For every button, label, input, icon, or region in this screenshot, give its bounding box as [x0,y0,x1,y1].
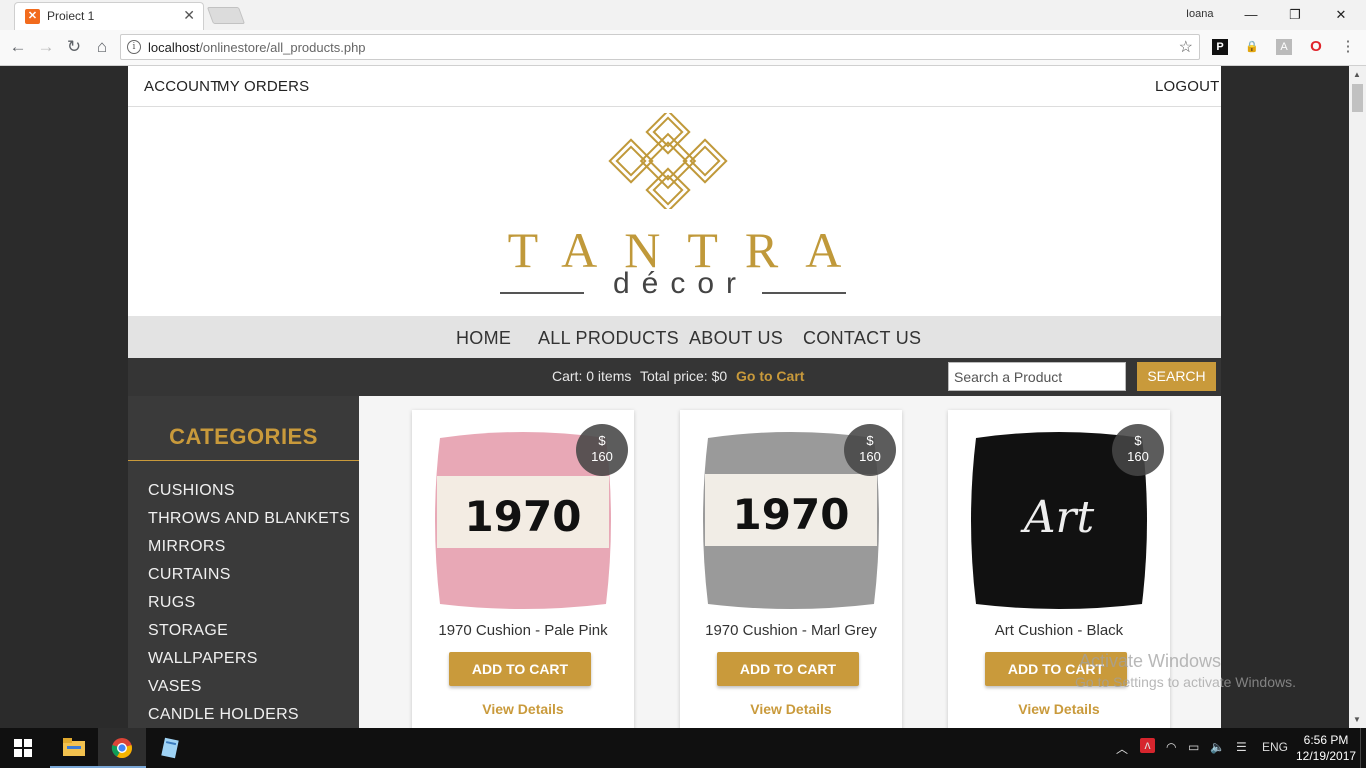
category-item[interactable]: WALLPAPERS [148,650,258,668]
category-item[interactable]: STORAGE [148,622,228,640]
categories-sidebar: CATEGORIES CUSHIONS THROWS AND BLANKETS … [128,396,359,728]
scroll-down-icon[interactable]: ▼ [1353,715,1361,724]
reload-icon[interactable]: ↻ [63,36,85,58]
minimize-icon[interactable]: — [1228,4,1274,26]
lock-extension-icon[interactable]: 🔒 [1244,39,1260,55]
windows-taskbar: ︿ ᴧ ◠ ▭ 🔈 ☰ ENG 6:56 PM 12/19/2017 [0,728,1366,768]
scroll-thumb[interactable] [1352,84,1363,112]
image-text: Art [1020,492,1095,543]
browser-toolbar: ← → ↻ ⌂ i localhost/onlinestore/all_prod… [0,30,1366,66]
back-icon[interactable]: ← [7,36,29,58]
pdf-extension-icon[interactable]: A [1276,39,1292,55]
pocket-extension-icon[interactable]: P [1212,39,1228,55]
clock-date: 12/19/2017 [1296,749,1357,763]
knot-logo-icon [608,113,728,209]
bookmark-star-icon[interactable]: ☆ [1179,37,1193,57]
address-bar[interactable]: i localhost/onlinestore/all_products.php… [120,34,1200,60]
watermark-subtitle: Go to Settings to activate Windows. [1075,674,1296,690]
close-tab-icon[interactable]: ✕ [183,7,195,24]
image-text: 1970 [465,492,582,541]
cart-total: Total price: $0 [640,368,728,384]
battery-icon[interactable]: ▭ [1188,740,1199,754]
keyboard-icon[interactable]: ☰ [1236,740,1247,754]
category-item[interactable]: VASES [148,678,202,696]
my-orders-link[interactable]: MY ORDERS [217,78,309,95]
cart-bar: Cart: 0 items Total price: $0 Go to Cart… [128,358,1221,396]
price-badge: $160 [576,424,628,476]
categories-divider [128,460,359,461]
opera-extension-icon[interactable]: O [1308,39,1324,55]
info-icon[interactable]: i [127,40,141,54]
account-bar: ACCOUNT MY ORDERS LOGOUT [128,66,1221,107]
category-item[interactable]: CANDLE HOLDERS [148,706,299,724]
close-window-icon[interactable]: ✕ [1318,4,1364,26]
product-card: 1970 $160 1970 Cushion - Marl Grey ADD T… [680,410,902,728]
view-details-link[interactable]: View Details [948,701,1170,717]
wifi-icon[interactable]: ◠ [1166,740,1176,754]
windows-start-icon[interactable] [14,739,32,757]
price-badge: $160 [1112,424,1164,476]
view-details-link[interactable]: View Details [680,701,902,717]
profile-name[interactable]: Ioana [1186,8,1214,20]
add-to-cart-button[interactable]: ADD TO CART [449,652,591,686]
categories-title: CATEGORIES [169,424,318,449]
scroll-up-icon[interactable]: ▲ [1353,70,1361,79]
product-name[interactable]: Art Cushion - Black [948,622,1170,639]
activate-windows-watermark: Activate Windows Go to Settings to activ… [1075,651,1296,690]
new-tab-button[interactable] [206,7,246,24]
language-indicator[interactable]: ENG [1262,740,1288,754]
watermark-title: Activate Windows [1079,651,1222,671]
site-logo[interactable]: TANTRA décor [128,107,1221,316]
product-name[interactable]: 1970 Cushion - Pale Pink [412,622,634,639]
chrome-icon[interactable] [98,728,146,768]
category-item[interactable]: MIRRORS [148,538,226,556]
volume-icon[interactable]: 🔈 [1210,740,1225,754]
main-nav: HOME ALL PRODUCTS ABOUT US CONTACT US [128,316,1221,358]
category-item[interactable]: RUGS [148,594,195,612]
category-item[interactable]: THROWS AND BLANKETS [148,510,350,528]
category-item[interactable]: CUSHIONS [148,482,235,500]
site-container: ACCOUNT MY ORDERS LOGOUT TANTRA décor HO… [128,66,1221,728]
category-item[interactable]: CURTAINS [148,566,231,584]
nav-home[interactable]: HOME [456,328,511,349]
home-icon[interactable]: ⌂ [91,36,113,58]
brand-subtitle: décor [612,267,749,300]
show-desktop-button[interactable] [1360,728,1366,768]
nav-about-us[interactable]: ABOUT US [689,328,783,349]
price-badge: $160 [844,424,896,476]
browser-titlebar: ✕ Proiect 1 ✕ Ioana — ❐ ✕ [0,0,1366,30]
antivirus-icon[interactable]: ᴧ [1140,738,1155,753]
file-explorer-icon[interactable] [50,728,98,768]
go-to-cart-link[interactable]: Go to Cart [736,368,804,384]
restore-icon[interactable]: ❐ [1272,4,1318,26]
url-text[interactable]: localhost/onlinestore/all_products.php [148,40,366,55]
forward-icon[interactable]: → [35,36,57,58]
notepad-icon[interactable] [146,728,194,768]
system-clock[interactable]: 6:56 PM 12/19/2017 [1296,732,1356,764]
clock-time: 6:56 PM [1303,733,1349,747]
search-input[interactable] [948,362,1126,391]
product-card: 1970 $160 1970 Cushion - Pale Pink ADD T… [412,410,634,728]
menu-icon[interactable]: ⋮ [1340,39,1356,55]
tab-title: Proiect 1 [47,9,95,23]
chevron-up-icon[interactable]: ︿ [1116,740,1128,757]
browser-tab[interactable]: ✕ Proiect 1 ✕ [14,2,204,30]
account-link[interactable]: ACCOUNT [144,78,220,95]
page-scrollbar[interactable]: ▲ ▼ [1349,66,1366,728]
cart-items: Cart: 0 items [552,368,632,384]
xampp-icon: ✕ [25,9,40,24]
logout-link[interactable]: LOGOUT [1155,78,1220,95]
view-details-link[interactable]: View Details [412,701,634,717]
nav-all-products[interactable]: ALL PRODUCTS [538,328,679,349]
image-text: 1970 [733,490,850,539]
add-to-cart-button[interactable]: ADD TO CART [717,652,859,686]
nav-contact-us[interactable]: CONTACT US [803,328,921,349]
product-name[interactable]: 1970 Cushion - Marl Grey [680,622,902,639]
page-viewport: ACCOUNT MY ORDERS LOGOUT TANTRA décor HO… [0,66,1349,728]
search-button[interactable]: SEARCH [1137,362,1216,391]
